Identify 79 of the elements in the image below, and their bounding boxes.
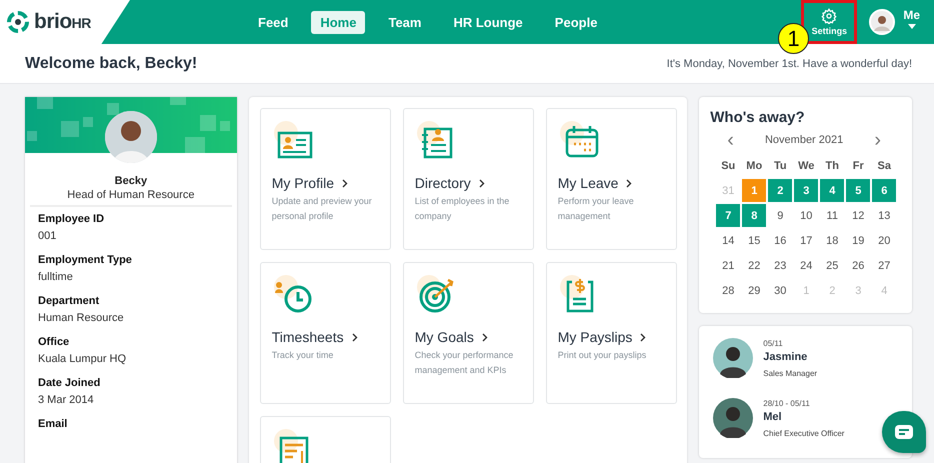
weekday-label: Mo — [745, 158, 764, 174]
field-value: Kuala Lumpur HQ — [38, 353, 128, 365]
shortcut-tile[interactable]: Timesheets Track your time — [260, 262, 391, 404]
weekday-label: Sa — [876, 158, 892, 174]
avatar-icon — [713, 398, 754, 438]
weekday-label: Su — [720, 158, 736, 174]
field-label: Date Joined — [38, 377, 102, 389]
logo-icon — [6, 10, 30, 34]
shortcut-tile[interactable]: My Profile Update and preview your personal profile — [260, 108, 391, 250]
calendar-day[interactable]: 22 — [741, 253, 768, 278]
calendar-day[interactable]: 28 — [715, 278, 742, 303]
field-label: Department — [38, 295, 100, 307]
calendar-day[interactable]: 14 — [715, 228, 742, 253]
profile-role: Head of Human Resource — [30, 189, 232, 207]
caret-icon — [908, 24, 916, 28]
shortcut-tile[interactable]: My Payslips Print out your payslips — [546, 262, 677, 404]
shortcut-tile[interactable]: My Leave Perform your leave management — [546, 108, 677, 250]
calendar-day[interactable]: 25 — [819, 253, 846, 278]
away-dates: 28/10 - 05/11 — [763, 398, 811, 408]
field-value: Human Resource — [38, 312, 125, 324]
calendar-icon — [558, 121, 600, 159]
calendar-day[interactable]: 10 — [793, 203, 820, 228]
weekday-label: Tu — [772, 158, 788, 174]
field-label: Employment Type — [38, 254, 133, 266]
chat-icon — [894, 424, 914, 440]
weekday-label: Th — [824, 158, 840, 174]
field-label: Office — [38, 336, 70, 348]
field-value: 3 Mar 2014 — [38, 394, 95, 406]
avatar-icon — [869, 9, 896, 35]
person-name: Jasmine — [763, 350, 808, 362]
calendar-day[interactable]: 23 — [767, 253, 794, 278]
calendar-day[interactable]: 19 — [845, 228, 872, 253]
chevron-icon — [640, 332, 646, 342]
chevron-icon — [626, 178, 632, 188]
calendar-day[interactable]: 26 — [845, 253, 872, 278]
calendar-day[interactable]: 20 — [871, 228, 898, 253]
calendar-day[interactable]: 17 — [793, 228, 820, 253]
clock-icon — [272, 275, 314, 313]
next-month-button[interactable]: › — [874, 132, 881, 148]
field-value: fulltime — [38, 271, 74, 283]
id-card-icon — [272, 121, 314, 159]
previous-month-button[interactable]: ‹ — [727, 132, 734, 148]
shortcut-tile[interactable]: My Goals Check your performance management and KPIs — [402, 262, 534, 404]
calendar-day[interactable]: 9 — [767, 203, 794, 228]
calendar-day[interactable]: 30 — [767, 278, 794, 303]
calendar-day[interactable]: 24 — [793, 253, 820, 278]
shortcut-tile[interactable]: Directory List of employees in the company — [402, 108, 534, 250]
calendar-day[interactable]: 18 — [819, 228, 846, 253]
card-title: Who's away? — [710, 109, 806, 126]
calendar-day[interactable]: 27 — [871, 253, 898, 278]
field-label: Email — [38, 418, 68, 430]
away-dates: 05/11 — [763, 338, 784, 348]
person-name: Mel — [763, 410, 783, 422]
chevron-icon — [352, 332, 358, 342]
profile-name: Becky — [114, 175, 148, 187]
calendar-day[interactable]: 13 — [871, 203, 898, 228]
person-role: Chief Executive Officer — [763, 428, 844, 438]
calendar-day[interactable]: 15 — [741, 228, 768, 253]
calendar-day[interactable]: 11 — [819, 203, 846, 228]
weekday-label: We — [797, 158, 816, 174]
welcome-title: Welcome back, Becky! — [25, 54, 198, 72]
weekday-label: Fr — [852, 158, 865, 174]
callout-marker: 1 — [778, 23, 809, 54]
field-label: Employee ID — [38, 213, 106, 225]
chevron-icon — [482, 332, 488, 342]
greeting-message: It's Monday, November 1st. Have a wonderful day! — [666, 58, 912, 70]
settings-icon — [821, 8, 838, 24]
chevron-icon — [342, 178, 348, 188]
avatar-icon — [713, 338, 754, 378]
logo-text: brioHR — [34, 10, 91, 34]
chevron-icon — [478, 178, 485, 188]
chat-button[interactable] — [882, 411, 926, 453]
person-role: Sales Manager — [763, 368, 818, 378]
month-label: November 2021 — [764, 134, 844, 146]
field-value: 001 — [38, 230, 58, 242]
calendar-day[interactable]: 29 — [741, 278, 768, 303]
calendar-day[interactable]: 21 — [715, 253, 742, 278]
calendar-day[interactable]: 12 — [845, 203, 872, 228]
calendar-day[interactable]: 16 — [767, 228, 794, 253]
